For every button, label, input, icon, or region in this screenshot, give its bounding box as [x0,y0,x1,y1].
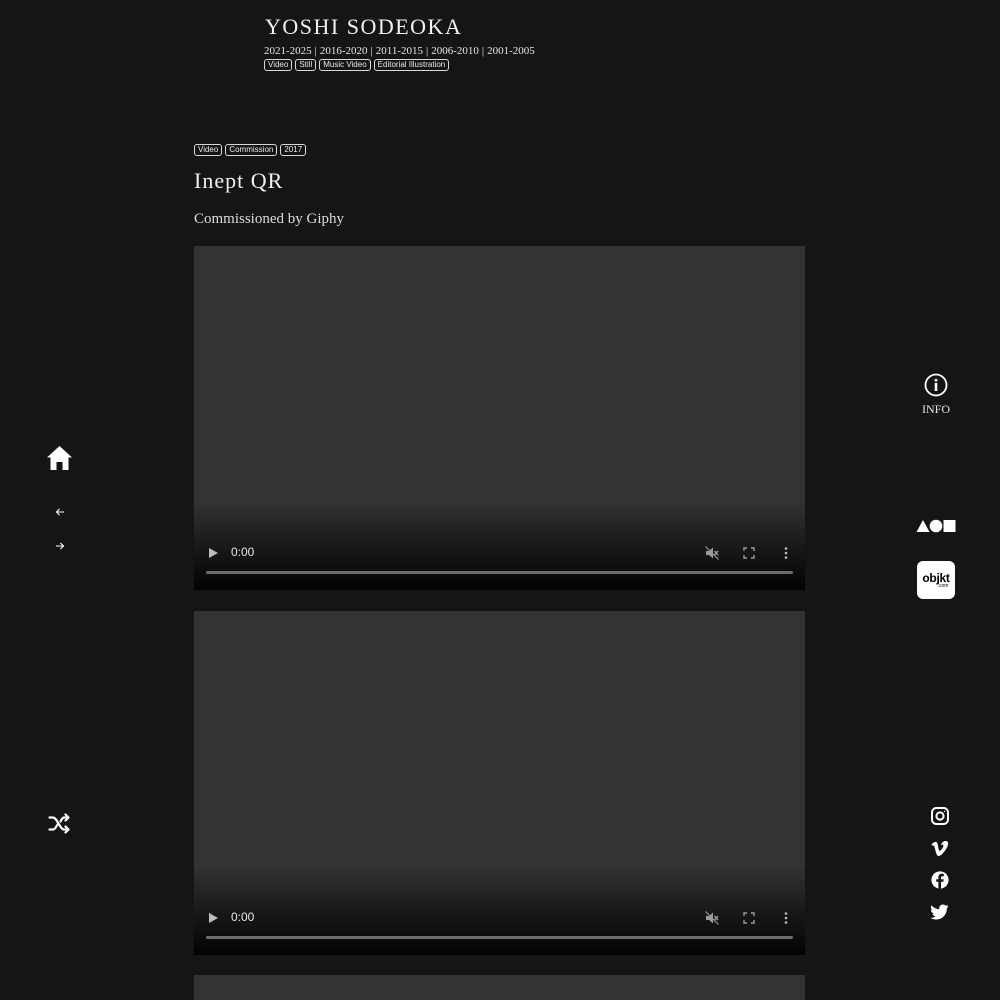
category-tag-editorial-illustration[interactable]: Editorial Illustration [373,59,450,71]
fullscreen-icon[interactable] [743,912,755,924]
play-icon[interactable] [207,547,219,559]
arrow-left-icon[interactable] [53,506,67,518]
work-description: Commissioned by Giphy [194,211,345,227]
year-nav: 2021-2025 | 2016-2020 | 2011-2015 | 2006-2010 |… [264,45,535,57]
instagram-icon[interactable] [930,806,950,826]
muted-icon[interactable] [705,911,719,925]
info-icon[interactable] [924,373,948,397]
info-label[interactable]: INFO [916,402,956,417]
video-time: 0:00 [231,910,255,924]
year-link-2016-2020[interactable]: 2016-2020 [320,45,368,57]
video-progress-bar[interactable] [206,936,793,939]
year-separator: | [426,45,429,57]
year-link-2021-2025[interactable]: 2021-2025 [264,45,312,57]
more-options-icon[interactable] [781,547,791,559]
site-title[interactable]: YOSHI SODEOKA [265,14,462,40]
twitter-icon[interactable] [930,902,950,922]
year-separator: | [314,45,317,57]
category-tag-still[interactable]: Still [295,59,317,71]
objkt-logo[interactable]: objkt .com [917,561,955,599]
work-tags: Video Commission 2017 [194,144,307,156]
info-link[interactable]: INFO [916,373,956,417]
video-controls: 0:00 [194,500,805,590]
facebook-icon[interactable] [930,870,950,890]
video-player[interactable]: 0:00 [194,246,805,590]
more-options-icon[interactable] [781,912,791,924]
arrow-right-icon[interactable] [53,540,67,552]
play-icon[interactable] [207,912,219,924]
fullscreen-icon[interactable] [743,547,755,559]
video-player[interactable]: 0:00 [194,611,805,955]
objkt-logo-text: objkt [922,571,950,585]
work-tag-video[interactable]: Video [194,144,223,156]
shuffle-icon[interactable] [48,813,71,834]
category-nav: Video Still Music Video Editorial Illust… [264,59,450,71]
vimeo-icon[interactable] [930,838,950,858]
home-icon[interactable] [46,445,73,471]
category-tag-music-video[interactable]: Music Video [319,59,371,71]
foundation-shapes-icon[interactable] [916,519,956,533]
muted-icon[interactable] [705,546,719,560]
year-link-2006-2010[interactable]: 2006-2010 [431,45,479,57]
category-tag-video[interactable]: Video [264,59,293,71]
year-link-2011-2015[interactable]: 2011-2015 [376,45,423,57]
year-link-2001-2005[interactable]: 2001-2005 [487,45,535,57]
work-title: Inept QR [194,168,284,193]
year-separator: | [481,45,485,57]
year-separator: | [370,45,373,57]
video-progress-bar[interactable] [206,571,793,574]
video-time: 0:00 [231,545,255,559]
work-tag-commission[interactable]: Commission [225,144,278,156]
video-player[interactable] [194,975,805,1000]
page: YOSHI SODEOKA 2021-2025 | 2016-2020 | 2011-2… [0,0,1000,1000]
video-controls: 0:00 [194,865,805,955]
work-tag-year[interactable]: 2017 [280,144,307,156]
